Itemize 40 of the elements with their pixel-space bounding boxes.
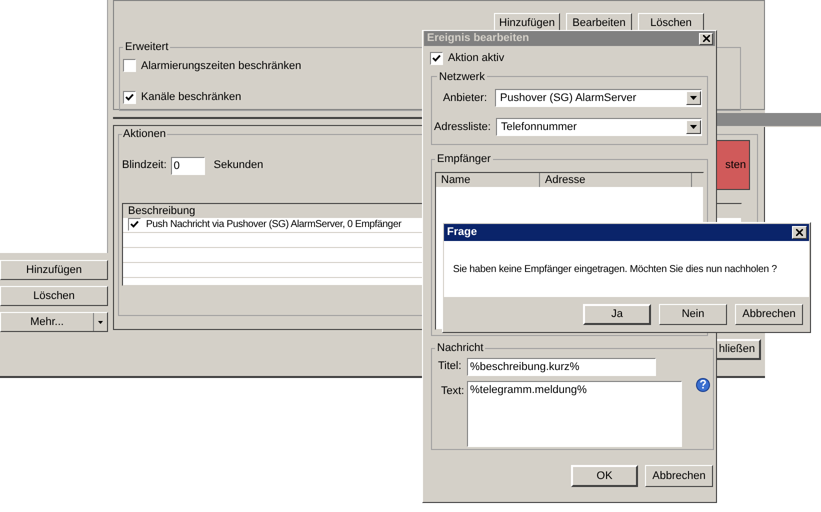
column-header[interactable]: Adresse bbox=[540, 172, 692, 186]
field-label: Blindzeit: bbox=[122, 158, 167, 174]
window-title: Ereignis bearbeiten bbox=[427, 31, 530, 46]
help-icon[interactable] bbox=[696, 378, 710, 392]
text-area[interactable]: %telegramm.meldung% bbox=[467, 380, 682, 446]
more-button[interactable]: Mehr... bbox=[0, 312, 108, 332]
message-text: Sie haben keine Empfänger eingetragen. Möchten Sie dies nun nachholen ? bbox=[453, 262, 777, 276]
button[interactable]: Abbrechen bbox=[645, 465, 713, 487]
checkbox-label: Aktion aktiv bbox=[448, 51, 504, 66]
button[interactable]: Nein bbox=[659, 304, 727, 325]
window-title: Frage bbox=[447, 225, 478, 240]
checkbox[interactable] bbox=[430, 52, 443, 65]
checkbox[interactable] bbox=[123, 59, 136, 72]
close-icon[interactable] bbox=[699, 32, 713, 44]
button[interactable]: OK bbox=[571, 465, 638, 487]
checkbox-label: Alarmierungszeiten beschränken bbox=[141, 58, 302, 74]
group-title: Aktionen bbox=[122, 127, 167, 142]
input-field[interactable]: 0 bbox=[170, 156, 205, 174]
field-label: Adressliste: bbox=[434, 120, 492, 135]
group-title: Netzwerk bbox=[438, 70, 486, 84]
checkbox-label: Kanäle beschränken bbox=[141, 90, 242, 105]
checkbox[interactable] bbox=[123, 90, 136, 104]
dropdown[interactable]: Pushover (SG) AlarmServer bbox=[495, 89, 702, 107]
close-icon[interactable] bbox=[792, 226, 807, 239]
group-title: Nachricht bbox=[436, 341, 484, 356]
field-unit: Sekunden bbox=[214, 158, 264, 174]
input-field[interactable]: %beschreibung.kurz% bbox=[467, 358, 656, 376]
group-title: Erweitert bbox=[124, 40, 170, 55]
field-label: Titel: bbox=[437, 359, 462, 374]
group-title: Empfänger bbox=[436, 152, 492, 167]
button[interactable]: Ja bbox=[583, 304, 651, 325]
column-header[interactable]: Name bbox=[436, 172, 540, 186]
field-label: Text: bbox=[440, 384, 466, 398]
button[interactable]: Hinzufügen bbox=[0, 260, 108, 280]
button[interactable]: Löschen bbox=[0, 286, 108, 306]
button[interactable]: Abbrechen bbox=[735, 304, 803, 325]
field-label: Anbieter: bbox=[442, 90, 488, 106]
dropdown[interactable]: Telefonnummer bbox=[496, 118, 702, 136]
checkbox[interactable] bbox=[128, 218, 141, 231]
row-text: Push Nachricht via Pushover (SG) AlarmServer, 0 Empfänger bbox=[146, 218, 402, 232]
